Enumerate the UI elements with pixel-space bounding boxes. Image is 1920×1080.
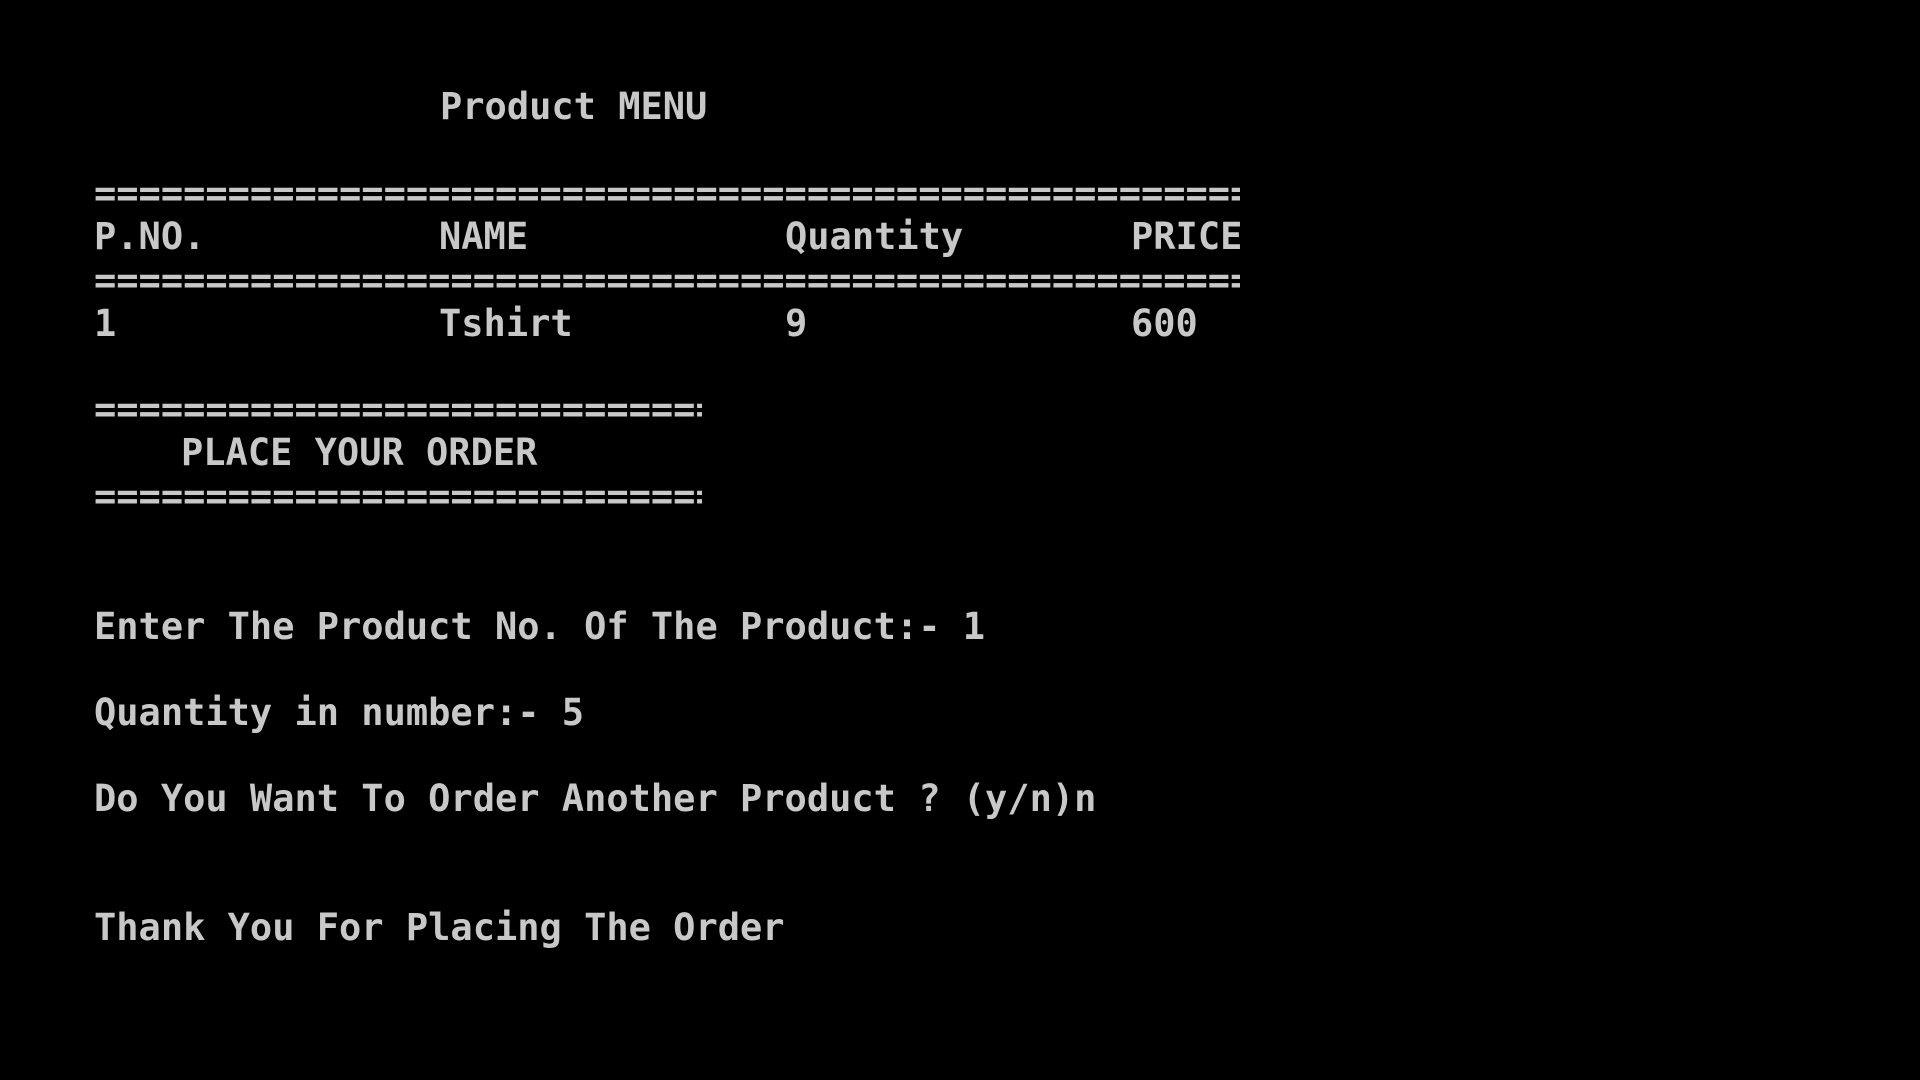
row-pno: 1 <box>94 302 117 345</box>
row-price: 600 <box>1131 302 1198 345</box>
row-name: Tshirt <box>439 302 573 345</box>
row-quantity: 9 <box>785 302 808 345</box>
product-number-prompt: Enter The Product No. Of The Product:- 1 <box>94 605 986 648</box>
header-price: PRICE <box>1131 215 1243 258</box>
order-bottom-separator: ============================ <box>94 478 702 515</box>
console-screen: Product MENU ===========================… <box>0 0 1920 1080</box>
order-heading: PLACE YOUR ORDER <box>181 431 538 474</box>
quantity-prompt: Quantity in number:- 5 <box>94 691 585 734</box>
table-top-separator: ========================================… <box>94 175 1240 212</box>
table-header-separator: ========================================… <box>94 262 1240 299</box>
thank-you-message: Thank You For Placing The Order <box>94 906 785 949</box>
order-another-prompt: Do You Want To Order Another Product ? (… <box>94 777 1097 820</box>
menu-title: Product MENU <box>440 85 708 128</box>
header-name: NAME <box>439 215 529 258</box>
header-pno: P.NO. <box>94 215 206 258</box>
header-quantity: Quantity <box>785 215 964 258</box>
order-top-separator: ============================ <box>94 391 702 428</box>
